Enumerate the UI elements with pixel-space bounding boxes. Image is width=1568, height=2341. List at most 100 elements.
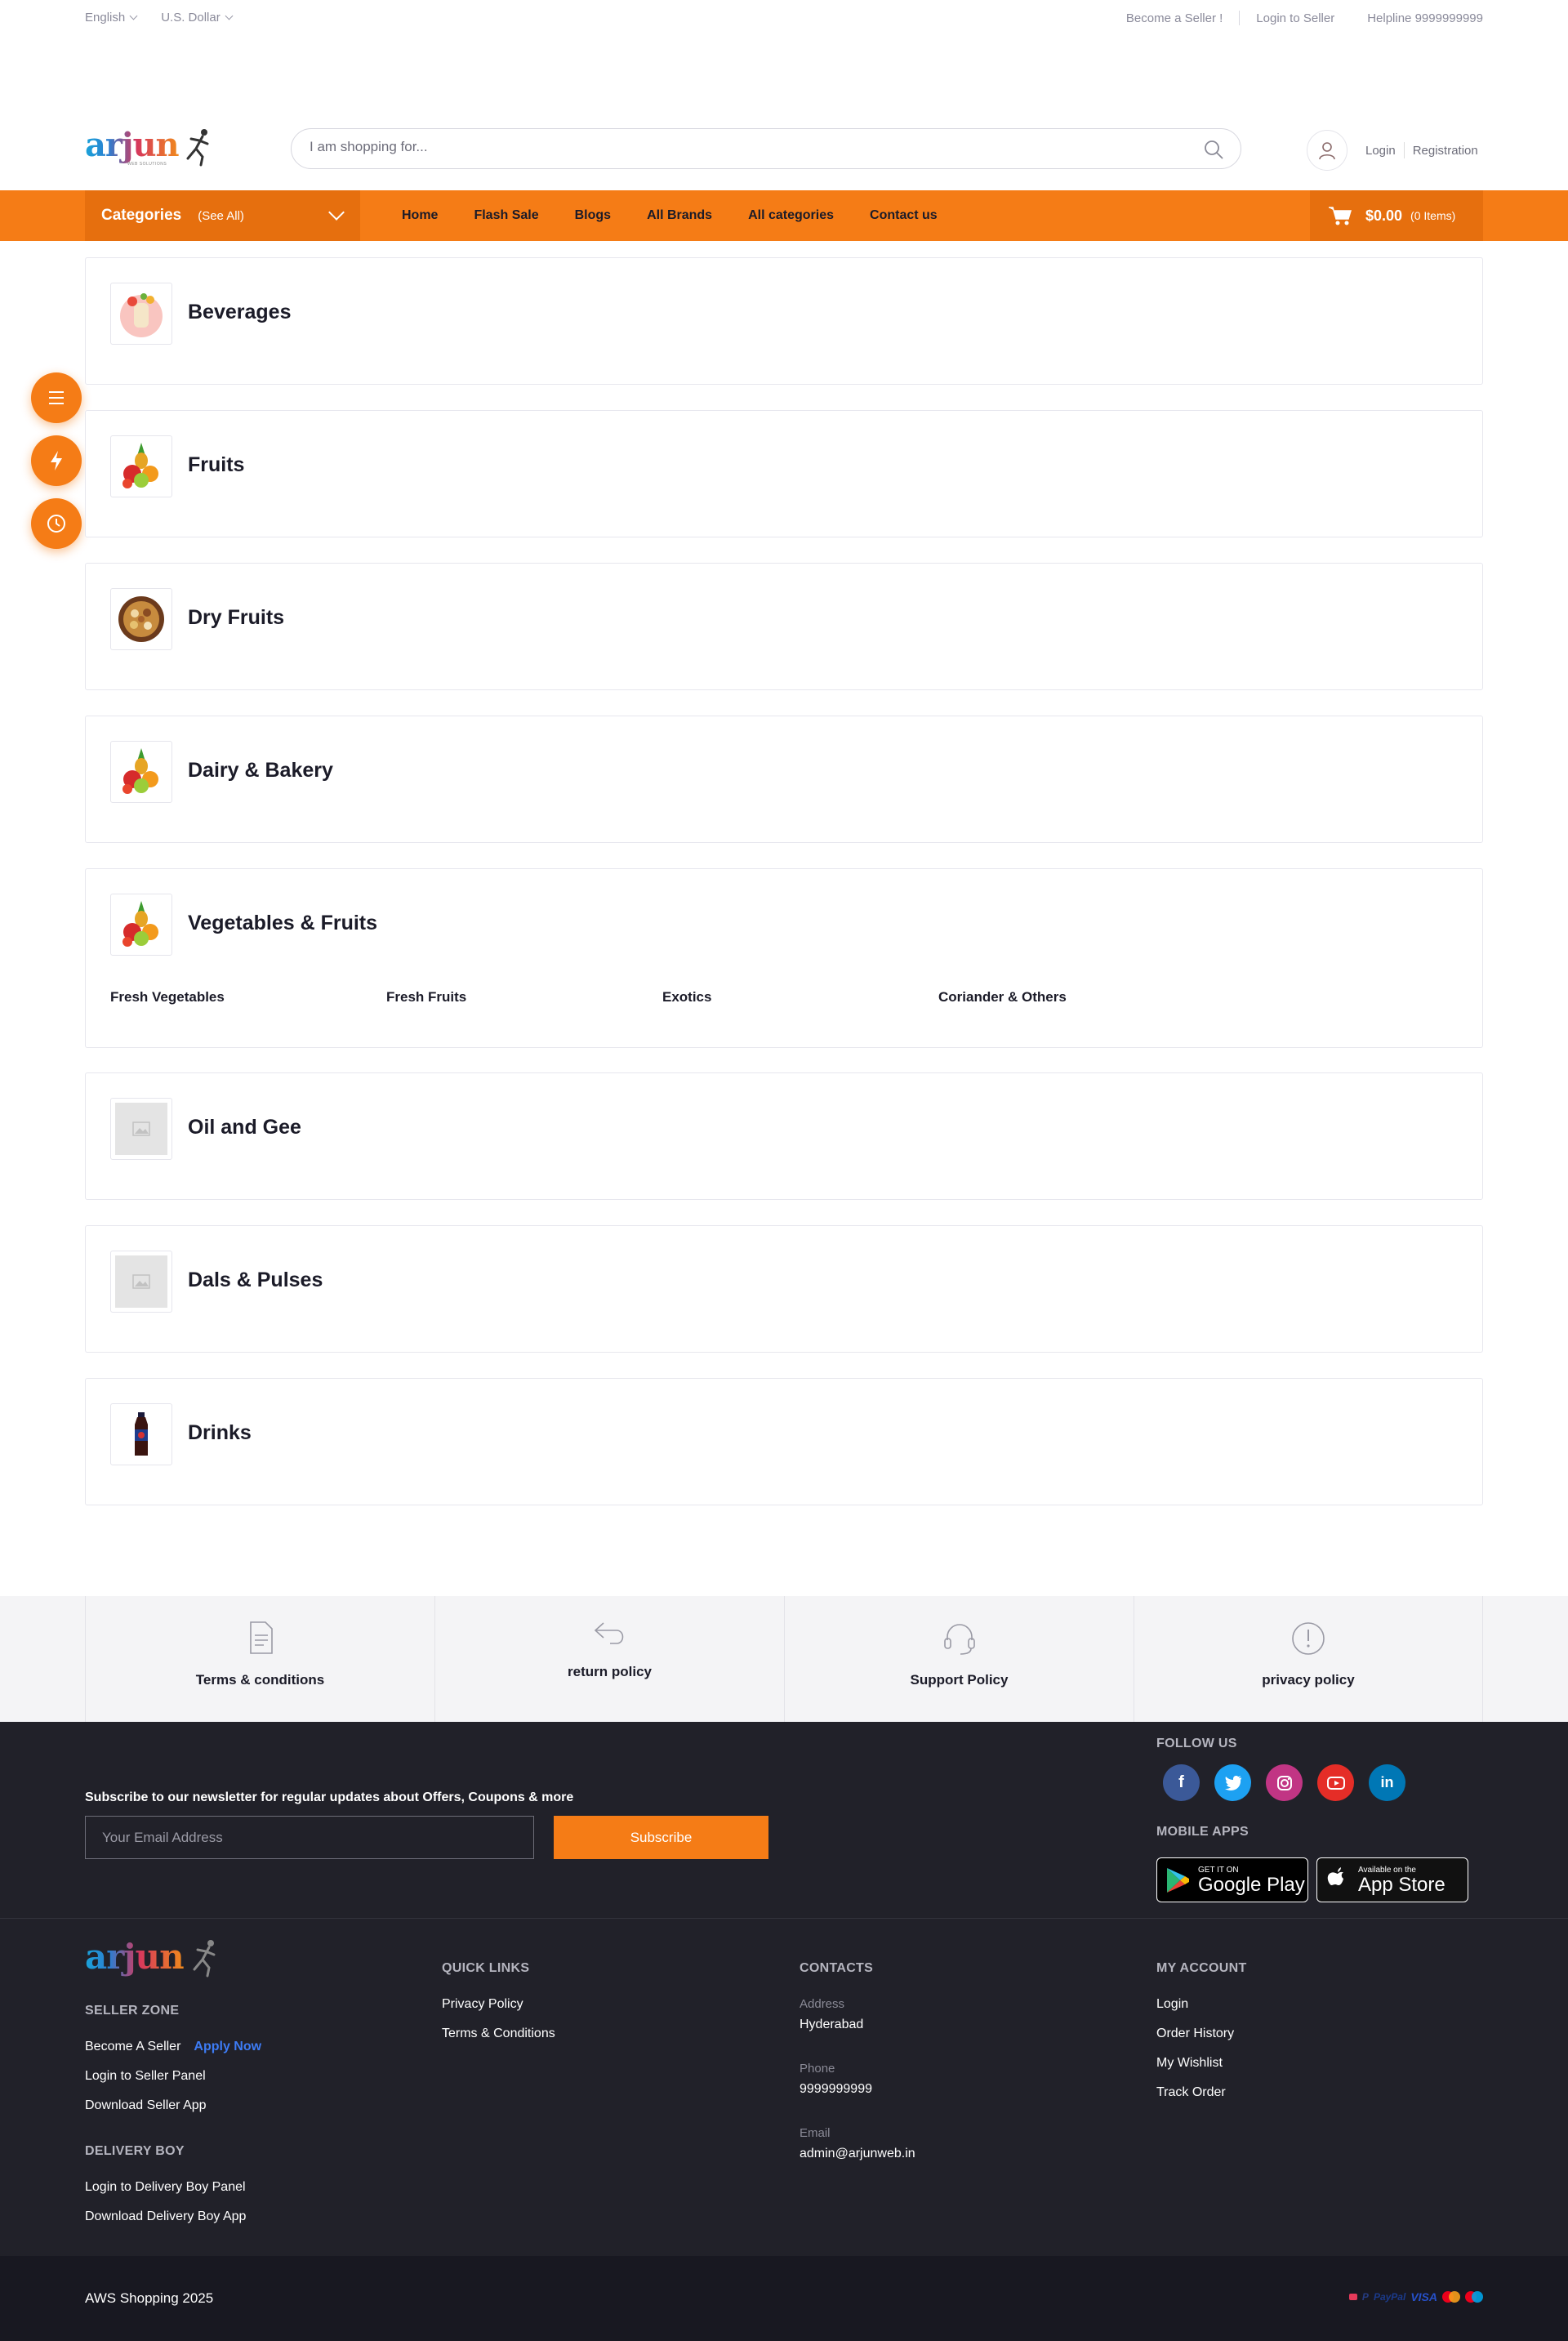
app-store-button[interactable]: Available on the App Store [1316, 1857, 1468, 1902]
chevron-down-icon [129, 11, 138, 20]
document-icon [249, 1621, 273, 1654]
email-value[interactable]: admin@arjunweb.in [800, 2147, 915, 2161]
apply-now-link[interactable]: Apply Now [194, 2040, 261, 2053]
category-name[interactable]: Dairy & Bakery [188, 759, 333, 783]
category-thumb [110, 1251, 172, 1313]
category-card-vegetables-fruits[interactable]: Vegetables & Fruits Fresh Vegetables Fre… [85, 868, 1483, 1048]
linkedin-icon[interactable]: in [1369, 1764, 1405, 1801]
account-login-link[interactable]: Login [1156, 1997, 1247, 2012]
track-order-link[interactable]: Track Order [1156, 2085, 1247, 2100]
privacy-policy-box[interactable]: privacy policy [1134, 1596, 1483, 1722]
clock-icon [47, 515, 65, 533]
cart-count: (0 Items) [1410, 209, 1456, 222]
category-card-drinks[interactable]: Drinks [85, 1378, 1483, 1505]
currency-selector[interactable]: U.S. Dollar [161, 11, 234, 25]
subscribe-button[interactable]: Subscribe [554, 1816, 768, 1859]
nav-all-brands[interactable]: All Brands [647, 208, 712, 223]
categories-fab[interactable] [31, 372, 82, 423]
order-history-link[interactable]: Order History [1156, 2027, 1247, 2041]
policy-label: Terms & conditions [195, 1672, 325, 1688]
category-card-dairy-bakery[interactable]: Dairy & Bakery [85, 716, 1483, 843]
flash-sale-fab[interactable] [31, 435, 82, 486]
privacy-policy-link[interactable]: Privacy Policy [442, 1997, 555, 2012]
seller-zone-heading: SELLER ZONE [85, 2004, 180, 2018]
return-policy-box[interactable]: return policy [434, 1596, 784, 1722]
subcategory-link[interactable]: Exotics [662, 989, 938, 1006]
category-name[interactable]: Dals & Pulses [188, 1269, 323, 1292]
payment-card-icon [1348, 2294, 1357, 2300]
category-thumb [110, 283, 172, 345]
language-selector[interactable]: English [85, 11, 138, 25]
logo[interactable]: arjun WEB SOLUTIONS [85, 126, 216, 172]
category-name[interactable]: Beverages [188, 301, 291, 324]
registration-link[interactable]: Registration [1413, 144, 1478, 158]
paypal-icon: P [1361, 2291, 1369, 2303]
menu-icon [49, 391, 64, 404]
lightning-icon [51, 451, 62, 470]
facebook-icon[interactable]: f [1163, 1764, 1200, 1801]
instagram-icon[interactable] [1266, 1764, 1303, 1801]
address-label: Address [800, 1997, 845, 2011]
nav-flash-sale[interactable]: Flash Sale [474, 208, 538, 223]
download-seller-app-link[interactable]: Download Seller App [85, 2098, 261, 2113]
wishlist-link[interactable]: My Wishlist [1156, 2056, 1247, 2071]
return-arrow-icon [594, 1622, 623, 1644]
footer-links: arjun SELLER ZONE Become A Seller Apply N… [0, 1918, 1568, 2256]
category-card-dals-pulses[interactable]: Dals & Pulses [85, 1225, 1483, 1353]
see-all-label: (See All) [198, 208, 244, 223]
search-input[interactable] [310, 139, 1159, 155]
categories-dropdown[interactable]: Categories (See All) [85, 190, 360, 241]
category-name[interactable]: Oil and Gee [188, 1116, 301, 1139]
category-card-dry-fruits[interactable]: Dry Fruits [85, 563, 1483, 690]
logo-text: arjun [85, 126, 180, 164]
headset-icon [943, 1624, 975, 1655]
currency-label: U.S. Dollar [161, 11, 220, 25]
login-link[interactable]: Login [1365, 144, 1396, 158]
nav-home[interactable]: Home [402, 208, 438, 223]
search-bar[interactable] [291, 128, 1241, 169]
login-delivery-panel-link[interactable]: Login to Delivery Boy Panel [85, 2180, 261, 2195]
subcategory-link[interactable]: Fresh Vegetables [110, 989, 386, 1006]
nav-all-categories[interactable]: All categories [748, 208, 834, 223]
subcategory-link[interactable]: Fresh Fruits [386, 989, 662, 1006]
google-play-button[interactable]: GET IT ON Google Play [1156, 1857, 1308, 1902]
dry-fruits-image [118, 596, 164, 642]
chevron-down-icon [328, 204, 345, 221]
twitter-icon[interactable] [1214, 1764, 1251, 1801]
search-icon[interactable] [1203, 139, 1224, 160]
policy-strip: Terms & conditions return policy Support… [0, 1596, 1568, 1722]
subcategory-link[interactable]: Coriander & Others [938, 989, 1214, 1006]
become-seller-link[interactable]: Become a Seller ! [1110, 11, 1239, 25]
category-name[interactable]: Vegetables & Fruits [188, 912, 377, 935]
address-value: Hyderabad [800, 2018, 864, 2031]
payment-methods: P PayPal VISA [1348, 2290, 1483, 2303]
category-card-beverages[interactable]: Beverages [85, 257, 1483, 385]
category-thumb [110, 894, 172, 956]
category-name[interactable]: Fruits [188, 453, 244, 477]
nav-blogs[interactable]: Blogs [575, 208, 611, 223]
cart-button[interactable]: $0.00 (0 Items) [1310, 190, 1483, 241]
category-card-oil-gee[interactable]: Oil and Gee [85, 1072, 1483, 1200]
become-seller-link[interactable]: Become A Seller [85, 2040, 180, 2053]
login-seller-panel-link[interactable]: Login to Seller Panel [85, 2069, 261, 2084]
email-label: Email [800, 2126, 831, 2140]
category-name[interactable]: Dry Fruits [188, 606, 284, 630]
youtube-icon[interactable] [1317, 1764, 1354, 1801]
phone-label: Phone [800, 2062, 835, 2076]
category-name[interactable]: Drinks [188, 1421, 252, 1445]
login-seller-link[interactable]: Login to Seller [1240, 11, 1351, 25]
cart-amount: $0.00 [1365, 207, 1403, 224]
info-alert-icon [1292, 1622, 1325, 1655]
terms-policy-box[interactable]: Terms & conditions [85, 1596, 434, 1722]
recently-viewed-fab[interactable] [31, 498, 82, 549]
terms-link[interactable]: Terms & Conditions [442, 2027, 555, 2041]
user-avatar-button[interactable] [1307, 130, 1348, 171]
download-delivery-app-link[interactable]: Download Delivery Boy App [85, 2209, 261, 2224]
support-policy-box[interactable]: Support Policy [784, 1596, 1134, 1722]
runner-icon [186, 129, 209, 167]
category-card-fruits[interactable]: Fruits [85, 410, 1483, 537]
nav-contact-us[interactable]: Contact us [870, 208, 938, 223]
footer-logo[interactable]: arjun [85, 1937, 232, 1982]
google-play-icon [1167, 1867, 1189, 1893]
newsletter-email-input[interactable] [85, 1816, 534, 1859]
